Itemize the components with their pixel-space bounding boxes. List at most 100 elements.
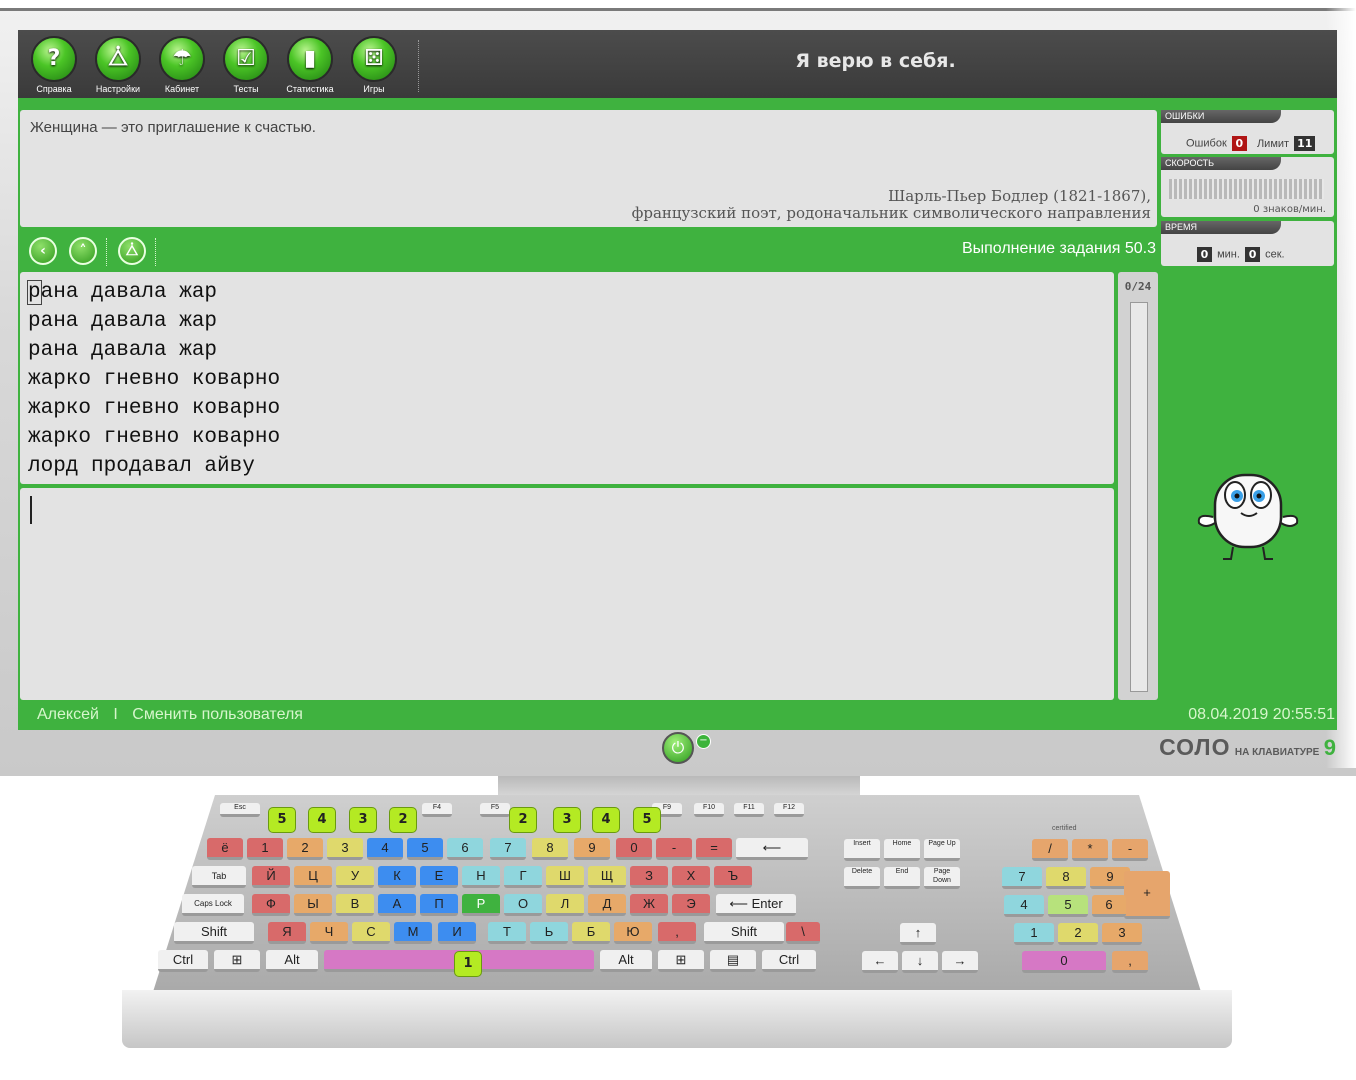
key-enter[interactable]: ⟵ Enter (716, 894, 796, 916)
key-f11[interactable]: F11 (734, 803, 764, 817)
key-num-plus[interactable]: + (1124, 871, 1170, 919)
key-page-down[interactable]: Page Down (924, 867, 960, 889)
key-b[interactable]: Б (572, 922, 610, 944)
key-e[interactable]: Е (420, 866, 458, 888)
key-minus[interactable]: - (656, 838, 692, 860)
key-4[interactable]: 4 (367, 838, 403, 860)
key-num-multiply[interactable]: * (1072, 839, 1108, 861)
key-ctrl-left[interactable]: Ctrl (158, 950, 208, 972)
key-num-3[interactable]: 3 (1102, 923, 1142, 945)
key-yu[interactable]: Ю (614, 922, 652, 944)
key-arrow-left[interactable]: ← (862, 951, 898, 973)
key-shift-right[interactable]: Shift (704, 922, 784, 944)
key-num-4[interactable]: 4 (1004, 895, 1044, 917)
key-arrow-right[interactable]: → (942, 951, 978, 973)
minimize-button[interactable]: − (696, 734, 711, 749)
key-ts[interactable]: Ц (294, 866, 332, 888)
key-comma[interactable]: , (658, 922, 696, 944)
key-backslash[interactable]: \ (786, 922, 820, 944)
key-2[interactable]: 2 (287, 838, 323, 860)
key-ch[interactable]: Ч (310, 922, 348, 944)
key-backspace[interactable]: ⟵ (736, 838, 808, 860)
key-f12[interactable]: F12 (774, 803, 804, 817)
key-y-short[interactable]: Й (252, 866, 290, 888)
key-8[interactable]: 8 (532, 838, 568, 860)
key-num-decimal[interactable]: , (1112, 951, 1148, 973)
key-num-minus[interactable]: - (1112, 839, 1148, 861)
key-page-up[interactable]: Page Up (924, 839, 960, 861)
key-delete[interactable]: Delete (844, 867, 880, 889)
key-equals[interactable]: = (696, 838, 732, 860)
key-o[interactable]: О (504, 894, 542, 916)
key-9[interactable]: 9 (574, 838, 610, 860)
toolbar-help-button[interactable]: ? Справка (24, 36, 84, 94)
key-e-back[interactable]: Э (672, 894, 710, 916)
key-num-8[interactable]: 8 (1046, 867, 1086, 889)
key-arrow-up[interactable]: ↑ (900, 923, 936, 945)
key-3[interactable]: 3 (327, 838, 363, 860)
key-menu[interactable]: ▤ (710, 950, 756, 972)
key-ctrl-right[interactable]: Ctrl (762, 950, 816, 972)
key-t[interactable]: Т (488, 922, 526, 944)
key-alt-right[interactable]: Alt (600, 950, 652, 972)
key-esc[interactable]: Esc (220, 803, 260, 817)
key-ya[interactable]: Я (268, 922, 306, 944)
key-6[interactable]: 6 (447, 838, 483, 860)
key-g[interactable]: Г (504, 866, 542, 888)
key-5[interactable]: 5 (407, 838, 443, 860)
key-num-1[interactable]: 1 (1014, 923, 1054, 945)
key-f[interactable]: Ф (252, 894, 290, 916)
key-end[interactable]: End (884, 867, 920, 889)
key-l[interactable]: Л (546, 894, 584, 916)
key-alt-left[interactable]: Alt (266, 950, 318, 972)
key-d[interactable]: Д (588, 894, 626, 916)
key-num-5[interactable]: 5 (1048, 895, 1088, 917)
key-win-right[interactable]: ⊞ (658, 950, 704, 972)
key-num-2[interactable]: 2 (1058, 923, 1098, 945)
key-n[interactable]: Н (462, 866, 500, 888)
key-num-7[interactable]: 7 (1002, 867, 1042, 889)
key-m[interactable]: М (394, 922, 432, 944)
user-name[interactable]: Алексей (37, 706, 99, 723)
key-f4[interactable]: F4 (422, 803, 452, 817)
typing-input-area[interactable] (20, 488, 1114, 700)
key-s[interactable]: С (352, 922, 390, 944)
key-7[interactable]: 7 (490, 838, 526, 860)
metronome-button[interactable]: ⧊ (118, 237, 146, 265)
change-user-link[interactable]: Сменить пользователя (132, 706, 303, 723)
key-shch[interactable]: Щ (588, 866, 626, 888)
back-button[interactable]: ‹ (29, 237, 57, 265)
key-yo[interactable]: ё (207, 838, 243, 860)
toolbar-games-button[interactable]: ⚄ Игры (344, 36, 404, 94)
key-r-highlighted[interactable]: Р (462, 894, 500, 916)
key-shift-left[interactable]: Shift (174, 922, 254, 944)
key-0[interactable]: 0 (616, 838, 652, 860)
up-button[interactable]: ˄ (69, 237, 97, 265)
key-num-6[interactable]: 6 (1092, 895, 1126, 917)
key-num-0[interactable]: 0 (1022, 951, 1106, 973)
toolbar-tests-button[interactable]: ☑ Тесты (216, 36, 276, 94)
toolbar-statistics-button[interactable]: ▮ Статистика (280, 36, 340, 94)
key-zh[interactable]: Ж (630, 894, 668, 916)
key-home[interactable]: Home (884, 839, 920, 861)
key-y[interactable]: Ы (294, 894, 332, 916)
power-button[interactable]: ⏻ (662, 732, 694, 764)
key-u[interactable]: У (336, 866, 374, 888)
key-tab[interactable]: Tab (192, 866, 246, 888)
key-f5[interactable]: F5 (480, 803, 510, 817)
key-k[interactable]: К (378, 866, 416, 888)
key-caps-lock[interactable]: Caps Lock (182, 894, 244, 916)
key-win-left[interactable]: ⊞ (214, 950, 260, 972)
key-1[interactable]: 1 (247, 838, 283, 860)
key-h[interactable]: Х (672, 866, 710, 888)
key-arrow-down[interactable]: ↓ (902, 951, 938, 973)
key-p[interactable]: П (420, 894, 458, 916)
key-v[interactable]: В (336, 894, 374, 916)
toolbar-settings-button[interactable]: ⧊ Настройки (88, 36, 148, 94)
key-a[interactable]: А (378, 894, 416, 916)
key-num-divide[interactable]: / (1032, 839, 1068, 861)
toolbar-cabinet-button[interactable]: ☂ Кабинет (152, 36, 212, 94)
key-sh[interactable]: Ш (546, 866, 584, 888)
key-insert[interactable]: Insert (844, 839, 880, 861)
key-soft-sign[interactable]: Ь (530, 922, 568, 944)
